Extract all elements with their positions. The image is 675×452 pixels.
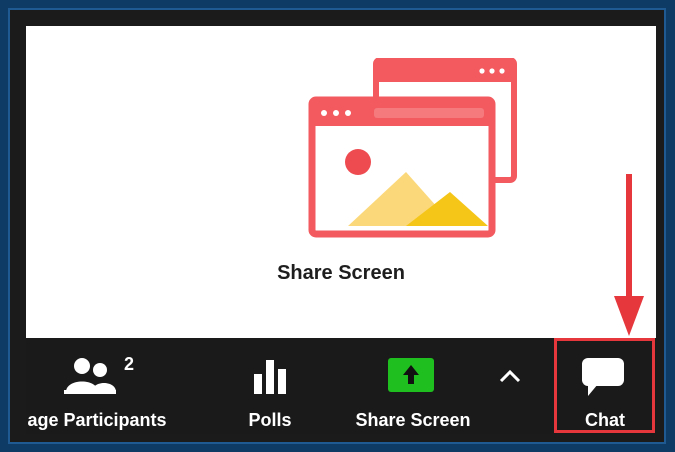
bar-chart-icon — [254, 360, 286, 394]
annotation-arrow-down-icon — [614, 174, 644, 336]
polls-label: Polls — [248, 410, 292, 430]
share-screen-button[interactable]: Share Screen — [338, 338, 488, 434]
meeting-content-area: Share Screen — [26, 26, 656, 338]
share-screen-illustration-icon — [308, 58, 517, 238]
participants-count-badge: 2 — [124, 354, 135, 374]
share-screen-caption: Share Screen — [277, 262, 405, 284]
share-screen-up-arrow-icon — [388, 358, 434, 392]
share-screen-options-button[interactable] — [488, 338, 532, 434]
manage-participants-button[interactable]: 2 age Participants — [26, 338, 206, 434]
share-screen-label: Share Screen — [355, 410, 471, 430]
chat-label: Chat — [585, 410, 625, 430]
chevron-up-icon — [499, 369, 521, 383]
chat-button[interactable]: Chat — [554, 338, 656, 434]
polls-button[interactable]: Polls — [228, 338, 312, 434]
participants-icon — [64, 358, 116, 394]
chat-bubble-icon — [582, 358, 624, 396]
meeting-toolbar: 2 age Participants Polls Share Screen Ch… — [26, 338, 656, 434]
participants-label: age Participants — [27, 410, 167, 430]
